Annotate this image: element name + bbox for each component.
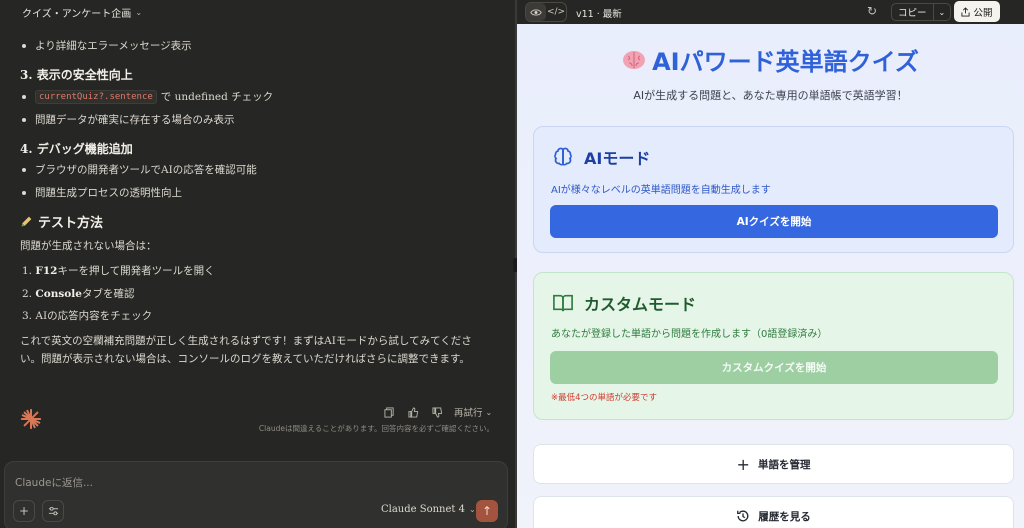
chevron-down-icon: ⌄ (135, 7, 143, 17)
arrow-up-icon: ↑ (481, 504, 493, 518)
custom-mode-card: カスタムモード あなたが登録した単語から問題を作成します（0語登録済み） カスタ… (533, 272, 1014, 420)
share-icon (961, 6, 971, 16)
view-toggle: </> (525, 2, 567, 22)
list-item-text: 問題生成プロセスの透明性向上 (35, 187, 182, 199)
list-item-text: より詳細なエラーメッセージ表示 (35, 40, 192, 52)
add-attachment-button[interactable]: + (13, 500, 35, 522)
ordered-item: 3. AIの応答内容をチェック (22, 308, 152, 323)
thumbs-down-icon[interactable] (430, 405, 444, 419)
code-tab[interactable]: </> (546, 3, 566, 21)
list-item: より詳細なエラーメッセージ表示 (22, 38, 192, 53)
bullet-dot (22, 94, 26, 99)
book-icon (553, 294, 573, 312)
eye-icon (530, 9, 542, 15)
model-selector[interactable]: Claude Sonnet 4 ⌄ (381, 504, 476, 515)
bullet-dot (22, 43, 26, 48)
ordered-item: 1. F12キーを押して開発者ツールを開く (22, 263, 215, 278)
tools-button[interactable] (42, 500, 64, 522)
chevron-down-icon: ⌄ (485, 407, 493, 417)
list-item-text: 問題データが確実に存在する場合のみ表示 (35, 114, 235, 126)
sparkle-logo-icon (20, 408, 42, 430)
publish-button[interactable]: 公開 (954, 1, 1000, 22)
project-title: クイズ・アンケート企画 (22, 8, 132, 20)
list-item: ブラウザの開発者ツールでAIの応答を確認可能 (22, 162, 257, 177)
list-item: 問題生成プロセスの透明性向上 (22, 185, 182, 200)
inline-code: currentQuiz?.sentence (35, 89, 157, 104)
sliders-icon (48, 506, 58, 515)
ai-mode-heading: AIモード (552, 145, 650, 169)
section-heading: 3. 表示の安全性向上 (20, 68, 133, 82)
paragraph: 問題が生成されない場合は： (20, 240, 157, 252)
retry-button[interactable]: 再試行 ⌄ (454, 405, 493, 420)
send-button[interactable]: ↑ (476, 500, 498, 522)
closing-paragraph: これで英文の空欄補充問題が正しく生成されるはずです！まずはAIモードから試してみ… (20, 335, 472, 365)
artifact-preview: AIパワード英単語クイズ AIが生成する問題と、あなた専用の単語帳で英語学習！ … (517, 24, 1024, 528)
chevron-down-icon: ⌄ (938, 7, 946, 17)
section-heading: 4. デバッグ機能追加 (20, 142, 133, 156)
publish-label: 公開 (973, 7, 993, 19)
history-icon (737, 510, 749, 522)
thumbs-up-icon[interactable] (406, 405, 420, 419)
custom-mode-heading: カスタムモード (552, 291, 696, 315)
retry-label: 再試行 (454, 408, 483, 419)
version-label: v11 · 最新 (576, 9, 622, 20)
view-history-button[interactable]: 履歴を見る (533, 496, 1014, 528)
bullet-dot (22, 190, 26, 195)
start-ai-quiz-button[interactable]: AIクイズを開始 (550, 205, 998, 238)
plus-icon: + (18, 504, 30, 518)
list-item: 問題データが確実に存在する場合のみ表示 (22, 112, 235, 127)
ordered-item: 2. Consoleタブを確認 (22, 286, 134, 301)
custom-mode-title: カスタムモード (584, 295, 697, 314)
ai-mode-card: AIモード AIが様々なレベルの英単語問題を自動生成します AIクイズを開始 (533, 126, 1014, 253)
chevron-down-icon: ⌄ (468, 505, 476, 514)
page-subtitle: AIが生成する問題と、あなた専用の単語帳で英語学習！ (633, 89, 908, 102)
copy-button[interactable]: コピー (892, 4, 934, 20)
ordered-item-number: 2. (22, 288, 33, 300)
ordered-item-text: タブを確認 (81, 288, 135, 300)
bullet-dot (22, 167, 26, 172)
list-item-text: ブラウザの開発者ツールでAIの応答を確認可能 (35, 164, 257, 176)
section-heading-text: テスト方法 (38, 216, 104, 231)
list-item-text: で undefined チェック (160, 91, 274, 103)
ai-mode-title: AIモード (584, 149, 651, 168)
custom-mode-description: あなたが登録した単語から問題を作成します（0語登録済み） (551, 329, 828, 340)
page-title: AIパワード英単語クイズ (517, 42, 1024, 77)
preview-tab[interactable] (526, 3, 546, 21)
chat-pane: クイズ・アンケート企画 ⌄ より詳細なエラーメッセージ表示 3. 表示の安全性向… (0, 0, 516, 528)
app-window: クイズ・アンケート企画 ⌄ より詳細なエラーメッセージ表示 3. 表示の安全性向… (0, 0, 1024, 528)
copy-options-button[interactable]: ⌄ (934, 4, 951, 20)
start-custom-quiz-button[interactable]: カスタムクイズを開始 (550, 351, 998, 384)
page-title-text: AIパワード英単語クイズ (652, 48, 919, 76)
code-icon: </> (546, 7, 566, 17)
model-label: Claude Sonnet 4 (381, 504, 465, 515)
brain-icon (554, 147, 572, 166)
copy-icon[interactable] (382, 405, 396, 419)
ai-mode-description: AIが様々なレベルの英単語問題を自動生成します (551, 185, 771, 196)
ordered-item-number: 3. (22, 310, 33, 322)
pencil-icon (21, 216, 32, 227)
message-actions: 再試行 ⌄ (382, 405, 492, 419)
plus-icon: + (736, 454, 750, 474)
bullet-dot (22, 117, 26, 122)
reply-input[interactable]: Claudeに返信... (15, 475, 93, 490)
copy-button-group: コピー ⌄ (891, 3, 952, 21)
project-title-button[interactable]: クイズ・アンケート企画 ⌄ (0, 0, 516, 24)
disclaimer: Claudeは間違えることがあります。回答内容を必ずご確認ください。 (258, 424, 494, 433)
view-history-label: 履歴を見る (758, 510, 811, 523)
ordered-item-key: F12 (35, 265, 58, 277)
ordered-item-number: 1. (22, 265, 33, 277)
section-heading: テスト方法 (20, 212, 103, 231)
ordered-item-text: AIの応答内容をチェック (35, 310, 153, 322)
composer: Claudeに返信... + Claude Sonnet 4 ⌄ ↑ (4, 461, 508, 528)
ordered-item-key: Console (35, 288, 82, 300)
list-item: currentQuiz?.sentence で undefined チェック (22, 89, 273, 104)
brain-emoji-icon (623, 50, 646, 69)
word-count-warning: ※最低4つの単語が必要です (551, 393, 658, 403)
artifact-pane: </> v11 · 最新 ↻ コピー ⌄ 公開 AIパワード英単語クイズ AIが… (517, 0, 1024, 528)
ordered-item-text: キーを押して開発者ツールを開く (57, 265, 215, 277)
manage-words-button[interactable]: + 単語を管理 (533, 444, 1014, 484)
manage-words-label: 単語を管理 (757, 458, 811, 471)
artifact-toolbar: </> v11 · 最新 ↻ コピー ⌄ 公開 (517, 0, 1024, 24)
refresh-icon[interactable]: ↻ (867, 4, 877, 18)
